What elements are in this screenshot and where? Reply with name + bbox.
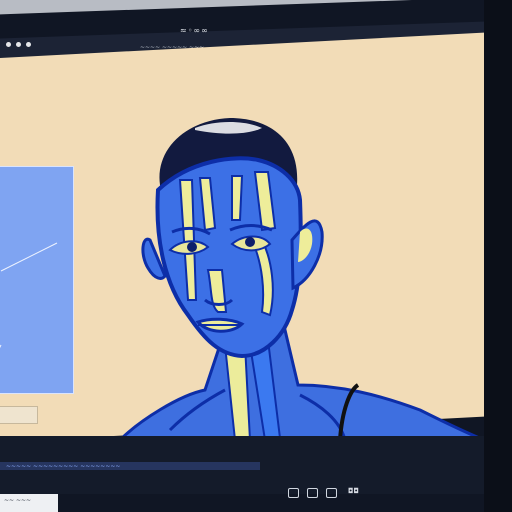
- control-label: ◘◘: [348, 487, 360, 495]
- taskbar-text: ~~ ~~~: [4, 497, 32, 504]
- play-icon[interactable]: [307, 488, 318, 498]
- forward-icon[interactable]: [326, 488, 337, 498]
- monitor-edge: [484, 0, 512, 512]
- side-panel[interactable]: [0, 166, 74, 394]
- panel-input-field[interactable]: [0, 406, 38, 424]
- status-text: ~~~~~ ~~~~~~~~~ ~~~~~~~~: [6, 463, 121, 470]
- app-screen: ≈◦∞∞ ~~~~ ~~~~~ ~~~ ~~~~~ ~~~~~~~~~ ~~~~…: [0, 0, 512, 512]
- rewind-icon[interactable]: [288, 488, 299, 498]
- playback-controls: [288, 488, 337, 498]
- panel-lines: [0, 242, 58, 349]
